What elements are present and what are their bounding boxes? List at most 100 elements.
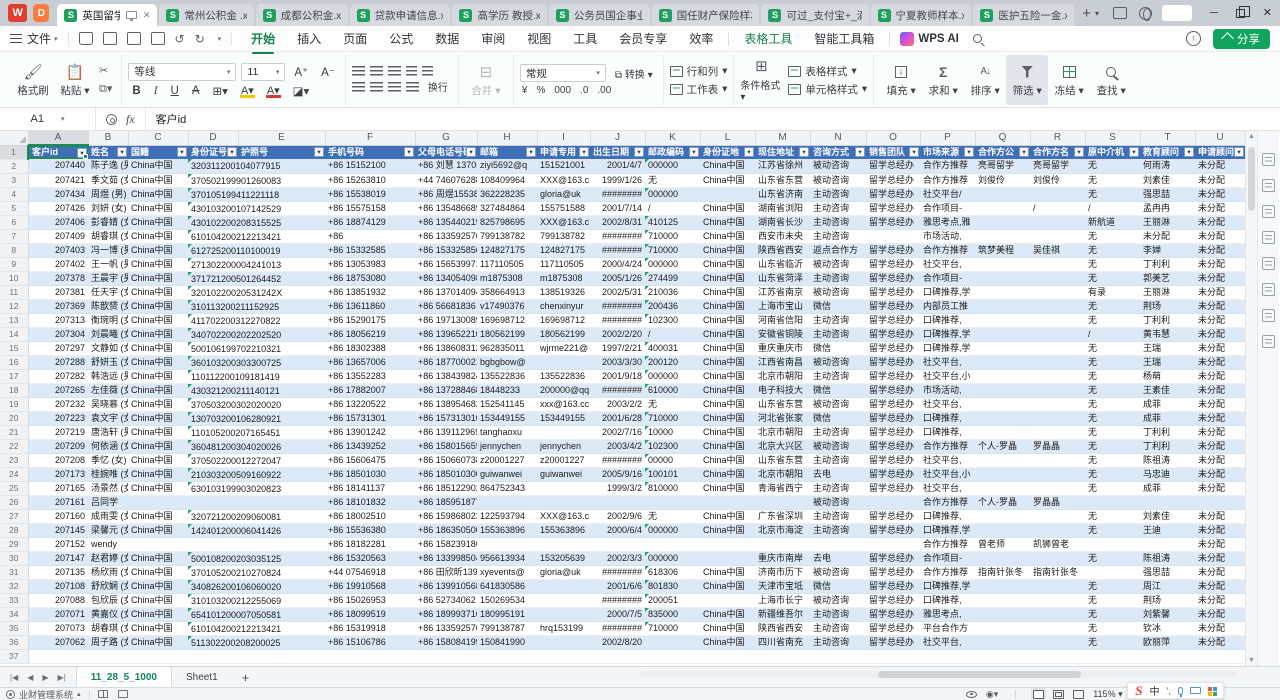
cell[interactable]: 湖南省浏阳 xyxy=(755,201,810,215)
cell[interactable] xyxy=(920,649,975,663)
cell[interactable]: China中国 xyxy=(128,313,188,327)
row-header-31[interactable]: 31 xyxy=(0,565,28,579)
menu-tab-插入[interactable]: 插入 xyxy=(286,26,332,51)
cell[interactable]: / xyxy=(645,201,700,215)
cell[interactable]: 主动咨询 xyxy=(810,509,866,523)
sogou-logo[interactable]: S xyxy=(1135,683,1142,699)
cell[interactable]: 430321200211140121 xyxy=(188,383,238,397)
cell[interactable]: 亮哥留学 xyxy=(1030,159,1085,173)
cell[interactable]: 雅思考点, xyxy=(920,607,975,621)
reading-mode-eye-icon[interactable] xyxy=(966,691,977,698)
cell[interactable] xyxy=(866,649,920,663)
cell[interactable]: +86 1598680233 xyxy=(415,509,477,523)
cell[interactable]: +86 1339985047 xyxy=(415,551,477,565)
cell[interactable]: 无 xyxy=(1085,411,1140,425)
cell[interactable]: +86 18501030 xyxy=(325,467,415,481)
cell[interactable]: 000000 xyxy=(645,551,700,565)
cell[interactable]: 留学总经办 xyxy=(866,187,920,201)
menu-tab-开始[interactable]: 开始 xyxy=(240,26,286,51)
column-header-U[interactable]: U xyxy=(1195,131,1245,145)
cell[interactable]: China中国 xyxy=(700,411,755,425)
cell[interactable]: 王瑞 xyxy=(1140,355,1195,369)
filter-dropdown-icon[interactable]: ▾ xyxy=(634,147,644,157)
cell[interactable]: 袁文宇 (女 xyxy=(88,411,128,425)
cell[interactable]: China中国 xyxy=(700,579,755,593)
cell[interactable]: 合作方推荐 xyxy=(920,173,975,187)
cell[interactable]: 无 xyxy=(1085,341,1140,355)
cell[interactable]: +86 1533258500 xyxy=(415,243,477,257)
filter-dropdown-icon[interactable]: ▾ xyxy=(404,147,414,157)
column-header-N[interactable]: N xyxy=(810,131,866,145)
cell[interactable]: 500106199702210321 xyxy=(188,341,238,355)
cell[interactable]: 370105200210270824 xyxy=(188,565,238,579)
cell[interactable]: 主动咨询 xyxy=(810,229,866,243)
cell[interactable]: 季文茹 (女 xyxy=(88,173,128,187)
cell[interactable]: 835000 xyxy=(645,607,700,621)
cell[interactable]: 未分配 xyxy=(1195,537,1245,551)
cell[interactable]: 无 xyxy=(1085,425,1140,439)
row-header-3[interactable]: 3 xyxy=(0,173,28,187)
cell[interactable] xyxy=(1030,341,1085,355)
worksheet-button[interactable]: 工作表 ▾ xyxy=(670,82,728,97)
column-header-J[interactable]: J xyxy=(590,131,645,145)
cell[interactable] xyxy=(537,635,590,649)
formula-helper-icon[interactable] xyxy=(106,114,117,125)
cell[interactable]: 主动咨询 xyxy=(810,481,866,495)
row-header-5[interactable]: 5 xyxy=(0,201,28,215)
cell[interactable]: +86 1384398245 xyxy=(415,369,477,383)
cell[interactable]: 江苏省南京 xyxy=(755,285,810,299)
cell[interactable]: 340702200202202520 xyxy=(188,327,238,341)
cell[interactable]: 无 xyxy=(1085,257,1140,271)
sort-button[interactable]: A↓ 排序 ▾ xyxy=(964,55,1006,105)
cell[interactable]: 169698712 xyxy=(477,313,537,327)
header-cell[interactable]: 邮箱▾ xyxy=(477,145,537,159)
column-header-G[interactable]: G xyxy=(415,131,477,145)
cell[interactable]: 胡睿琪 (女 xyxy=(88,229,128,243)
cell[interactable]: 340826200106060020 xyxy=(188,579,238,593)
cell[interactable]: 被动咨询 xyxy=(810,593,866,607)
cell[interactable]: 无 xyxy=(645,509,700,523)
filter-dropdown-icon[interactable]: ▾ xyxy=(117,147,127,157)
cell[interactable]: 未分配 xyxy=(1195,173,1245,187)
cell[interactable] xyxy=(188,649,238,663)
scroll-down-icon[interactable]: ▼ xyxy=(1246,657,1257,664)
increase-font-icon[interactable]: A⁺ xyxy=(290,65,312,79)
column-header-L[interactable]: L xyxy=(700,131,755,145)
cell[interactable]: 留学总经办 xyxy=(866,383,920,397)
cell[interactable]: China中国 xyxy=(128,299,188,313)
cell[interactable]: ######## xyxy=(590,313,645,327)
cell[interactable]: 北京市朝阳 xyxy=(755,369,810,383)
cell[interactable]: ######## xyxy=(590,593,645,607)
cell[interactable]: +86 15319918 xyxy=(325,621,415,635)
cell[interactable]: China中国 xyxy=(128,257,188,271)
cell[interactable]: 去电 xyxy=(810,551,866,565)
cell[interactable]: +86 1851229020 xyxy=(415,481,477,495)
cell[interactable]: 留学总经办 xyxy=(866,369,920,383)
header-cell[interactable]: 客户id▾ xyxy=(28,145,88,159)
cell[interactable]: China中国 xyxy=(700,467,755,481)
cell[interactable] xyxy=(975,481,1030,495)
header-cell[interactable]: 邮政编码▾ xyxy=(645,145,700,159)
doc-tab[interactable]: S宁夏教师样本.xlsx xyxy=(871,4,972,26)
cell[interactable]: 荆玚 xyxy=(1140,299,1195,313)
cell[interactable]: 未分配 xyxy=(1195,369,1245,383)
cell[interactable]: 合作项目- xyxy=(920,551,975,565)
cell[interactable]: 未分配 xyxy=(1195,509,1245,523)
cell[interactable] xyxy=(1030,579,1085,593)
cell[interactable]: guiwanwei xyxy=(477,467,537,481)
cell[interactable]: 济南市历下 xyxy=(755,565,810,579)
cell[interactable]: 微信 xyxy=(810,383,866,397)
cell[interactable]: 丁利利 xyxy=(1140,425,1195,439)
header-cell[interactable]: 国籍▾ xyxy=(128,145,188,159)
cell[interactable]: 207313 xyxy=(28,313,88,327)
align-left-icon[interactable] xyxy=(352,82,365,92)
cell[interactable]: 舒欣娴 (女 xyxy=(88,579,128,593)
cell[interactable]: 成菲 xyxy=(1140,481,1195,495)
cell[interactable]: China中国 xyxy=(700,481,755,495)
cell[interactable]: 主动咨询 xyxy=(810,215,866,229)
cell[interactable]: 207440 xyxy=(28,159,88,173)
cell[interactable]: 雅思考点,雅 xyxy=(920,215,975,229)
cell[interactable]: 留学总经办 xyxy=(866,551,920,565)
doc-tab[interactable]: S可过_支付宝+_滴滴 xyxy=(761,4,868,26)
cell[interactable]: China中国 xyxy=(700,229,755,243)
